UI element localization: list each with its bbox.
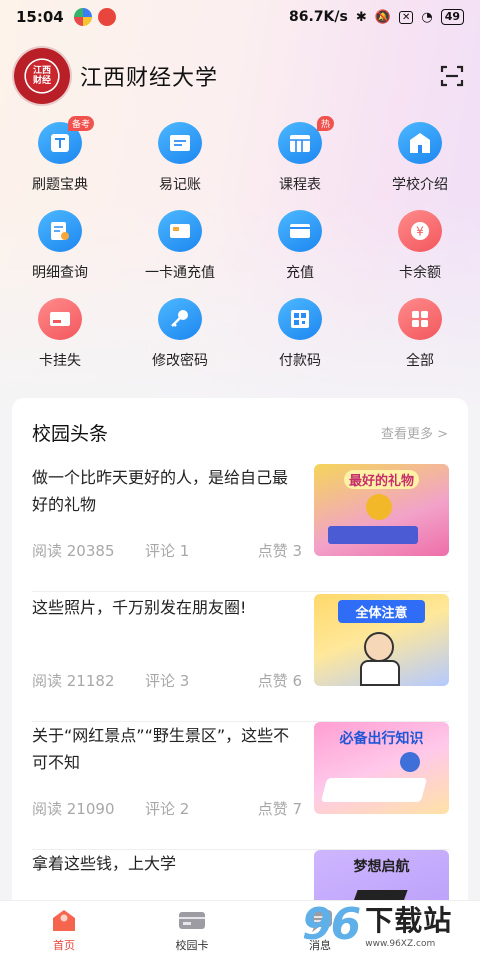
school-building-icon — [410, 133, 430, 153]
grid-item-payment-code[interactable]: 付款码 — [240, 298, 360, 370]
red-notification-icon — [97, 8, 116, 26]
watermark-number: 96 — [302, 898, 361, 950]
watermark-url: www.96XZ.com — [365, 939, 436, 949]
status-time: 15:04 — [16, 8, 64, 26]
key-icon — [171, 310, 188, 327]
sim-icon: ✕ — [398, 10, 414, 24]
detail-search-icon — [51, 222, 69, 240]
news-likes: 点赞 6 — [257, 672, 302, 690]
news-thumbnail: 必备出行知识 — [314, 722, 449, 814]
news-title: 做一个比昨天更好的人，是给自己最好的礼物 — [32, 468, 289, 514]
wifi-icon: ◔ — [421, 9, 433, 25]
news-comments: 评论 2 — [145, 800, 190, 818]
grid-item-all[interactable]: 全部 — [360, 298, 480, 370]
scan-icon — [440, 65, 464, 87]
news-thumbnail: 最好的礼物 — [314, 464, 449, 556]
home-icon — [49, 907, 79, 933]
svg-text:¥: ¥ — [416, 225, 424, 239]
recharge-card-icon — [290, 224, 310, 238]
app-header: 江西 财经 江西财经大学 — [14, 46, 466, 106]
mute-icon: 🔕 — [374, 9, 391, 25]
grid-item-detail-query[interactable]: 明细查询 — [0, 210, 120, 282]
campus-news-card: 校园头条 查看更多 > 做一个比昨天更好的人，是给自己最好的礼物 阅读 2038… — [12, 398, 468, 918]
tab-campus-card[interactable]: 校园卡 — [128, 901, 256, 960]
campus-card-icon — [177, 907, 207, 933]
site-watermark: 96 下载站 www.96XZ.com — [302, 888, 474, 960]
news-thumbnail: 全体注意 — [314, 594, 449, 686]
news-comments: 评论 1 — [145, 542, 190, 560]
card-lost-icon — [50, 312, 70, 326]
section-title: 校园头条 — [32, 422, 109, 445]
tab-home[interactable]: 首页 — [0, 901, 128, 960]
badge-hot: 热 — [316, 116, 334, 131]
news-item[interactable]: 这些照片，千万别发在朋友圈! 阅读 21182 评论 3 点赞 6 全体注意 — [32, 594, 449, 722]
status-bar: 15:04 86.7K/s ✱ 🔕 ✕ ◔ 49 — [0, 0, 480, 34]
news-item[interactable]: 关于“网红景点”“野生景区”，这些不可不知 阅读 21090 评论 2 点赞 7… — [32, 722, 449, 850]
badge-exam: 备考 — [67, 116, 94, 131]
app-notification-icon — [73, 8, 92, 26]
balance-yen-icon: ¥ — [411, 222, 429, 240]
grid-item-card-recharge[interactable]: 一卡通充值 — [120, 210, 240, 282]
grid-item-ledger[interactable]: 易记账 — [120, 122, 240, 194]
news-item[interactable]: 做一个比昨天更好的人，是给自己最好的礼物 阅读 20385 评论 1 点赞 3 … — [32, 464, 449, 592]
news-views: 阅读 21182 — [32, 672, 115, 690]
all-apps-icon — [412, 311, 428, 327]
grid-item-question-bank[interactable]: 备考 刷题宝典 — [0, 116, 120, 194]
see-more-link[interactable]: 查看更多 > — [381, 423, 448, 442]
timetable-icon — [290, 135, 310, 152]
news-likes: 点赞 3 — [257, 542, 302, 560]
ledger-icon — [170, 135, 190, 151]
net-speed: 86.7K/s — [289, 9, 348, 25]
news-likes: 点赞 7 — [257, 800, 302, 818]
grid-item-school-intro[interactable]: 学校介绍 — [360, 122, 480, 194]
bluetooth-icon: ✱ — [355, 9, 367, 25]
grid-item-change-password[interactable]: 修改密码 — [120, 298, 240, 370]
news-views: 阅读 20385 — [32, 542, 115, 560]
news-title: 关于“网红景点”“野生景区”，这些不可不知 — [32, 726, 290, 772]
news-comments: 评论 3 — [145, 672, 190, 690]
grid-item-card-balance[interactable]: ¥ 卡余额 — [360, 210, 480, 282]
function-grid: 备考 刷题宝典 易记账 热 课程表 学校介绍 明细查询 一卡通充值 充值 ¥ 卡… — [0, 116, 480, 370]
battery-icon: 49 — [440, 9, 464, 25]
question-book-icon — [51, 134, 69, 152]
news-views: 阅读 21090 — [32, 800, 115, 818]
grid-item-recharge[interactable]: 充值 — [240, 210, 360, 282]
page-title: 江西财经大学 — [80, 66, 219, 91]
university-logo: 江西 财经 — [14, 48, 70, 104]
grid-item-card-lost[interactable]: 卡挂失 — [0, 298, 120, 370]
news-title: 拿着这些钱，上大学 — [32, 854, 177, 873]
scan-button[interactable] — [440, 64, 464, 88]
qr-code-icon — [291, 310, 309, 328]
news-title: 这些照片，千万别发在朋友圈! — [32, 598, 247, 617]
watermark-text: 下载站 — [365, 904, 453, 937]
grid-item-timetable[interactable]: 热 课程表 — [240, 116, 360, 194]
card-recharge-icon — [170, 224, 190, 238]
